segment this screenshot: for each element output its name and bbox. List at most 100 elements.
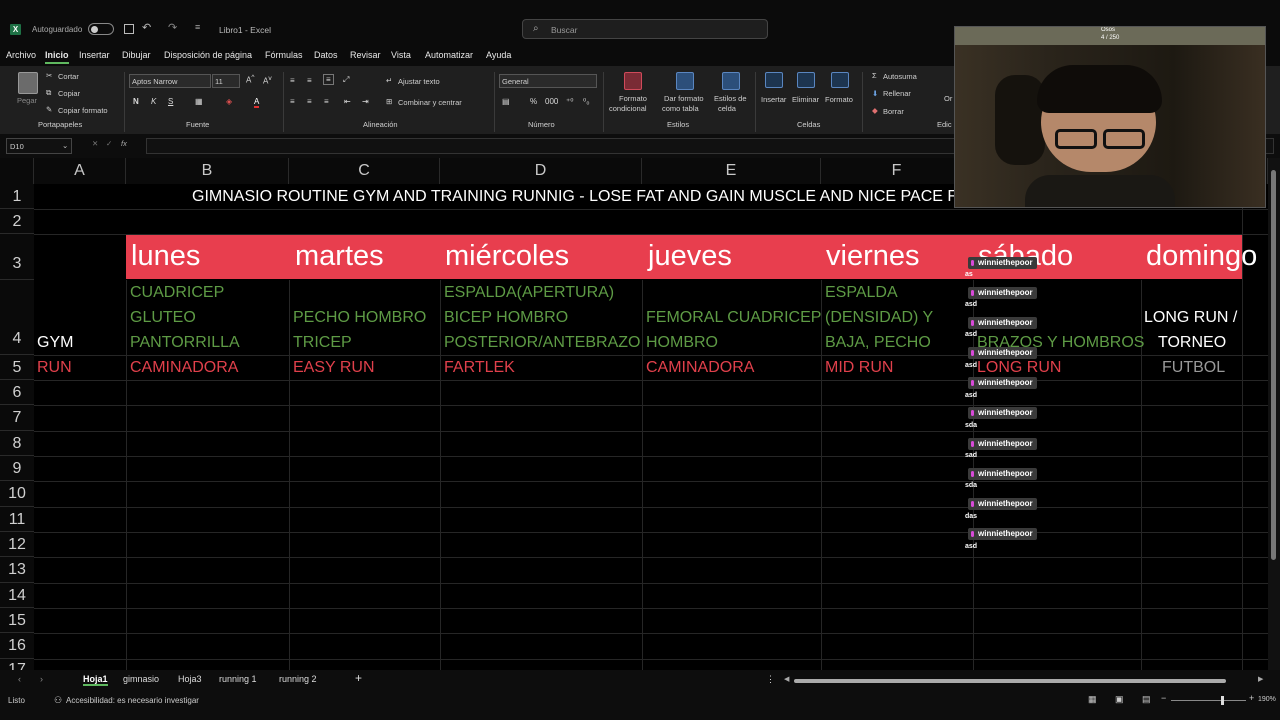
autosum-button[interactable]: Autosuma [883,72,917,81]
gym-lunes-line-1[interactable]: CUADRICEP [130,284,224,302]
run-miercoles-cell[interactable]: FARTLEK [444,359,515,377]
menu-inicio[interactable]: Inicio [45,50,69,64]
customize-qat-icon[interactable]: ≡ [195,22,200,32]
percent-icon[interactable]: % [530,97,537,106]
enter-formula-icon[interactable]: ✓ [106,139,112,148]
page-break-icon[interactable]: ▤ [1142,694,1151,705]
search-box[interactable]: ⌕ Buscar [522,19,768,39]
select-all-corner[interactable] [0,158,34,184]
scroll-left-icon[interactable]: ◀ [784,675,789,683]
gym-viernes-line-1[interactable]: ESPALDA [825,284,898,302]
undo-icon[interactable]: ↶ [142,21,151,34]
cell-styles-label-2[interactable]: celda [718,104,736,113]
gym-domingo-line-2[interactable]: TORNEO [1158,334,1226,352]
zoom-slider-thumb[interactable] [1221,696,1224,705]
increase-indent-icon[interactable]: ⇥ [362,97,369,106]
vertical-scrollbar[interactable] [1268,158,1280,670]
column-header-b[interactable]: B [126,158,289,184]
currency-icon[interactable]: ▤ [502,97,510,106]
column-header-a[interactable]: A [34,158,126,184]
align-top-icon[interactable]: ≡ [290,76,295,85]
scroll-right-icon[interactable]: ▶ [1258,675,1263,683]
column-header-d[interactable]: D [440,158,642,184]
decrease-indent-icon[interactable]: ⇤ [344,97,351,106]
tab-running-2[interactable]: running 2 [279,674,317,684]
merge-center-button[interactable]: Combinar y centrar [398,98,462,107]
cell-styles-label-1[interactable]: Estilos de [714,94,747,103]
zoom-slider[interactable] [1171,696,1246,705]
zoom-in-icon[interactable]: + [1249,693,1254,703]
font-color-icon[interactable]: A [254,97,260,108]
tab-hoja1[interactable]: Hoja1 [83,674,108,686]
normal-view-icon[interactable]: ▦ [1088,694,1097,705]
row-header-14[interactable]: 14 [0,583,34,608]
day-header-viernes[interactable]: viernes [826,240,920,273]
row-header-6[interactable]: 6 [0,380,34,405]
accessibility-status[interactable]: Accesibilidad: es necesario investigar [66,696,199,705]
row-header-9[interactable]: 9 [0,456,34,481]
format-table-label-2[interactable]: como tabla [662,104,699,113]
insert-cells-button[interactable]: Insertar [761,95,786,104]
align-left-icon[interactable]: ≡ [290,97,295,106]
menu-datos[interactable]: Datos [314,50,338,60]
horizontal-scrollbar[interactable]: ◀ ▶ [784,675,1268,685]
menu-ayuda[interactable]: Ayuda [486,50,511,60]
run-martes-cell[interactable]: EASY RUN [293,359,375,377]
italic-icon[interactable]: K [151,97,156,106]
save-icon[interactable] [124,24,134,34]
paste-button[interactable]: Pegar [17,96,37,105]
copy-icon[interactable]: ⧉ [46,88,51,98]
sort-filter-button[interactable]: Or [944,94,952,103]
gym-jueves-line-2[interactable]: HOMBRO [646,334,718,352]
clear-icon[interactable]: ◆ [872,106,878,115]
insert-cells-icon[interactable] [765,72,783,88]
cut-icon[interactable]: ✂ [46,71,52,80]
sheet-title-cell[interactable]: GIMNASIO ROUTINE GYM AND TRAINING RUNNIG… [192,188,981,206]
day-header-domingo[interactable]: domingo [1146,240,1257,273]
font-name-select[interactable]: Aptos Narrow [129,74,211,88]
delete-cells-button[interactable]: Eliminar [792,95,819,104]
gym-miercoles-line-2[interactable]: BICEP HOMBRO [444,309,568,327]
increase-font-icon[interactable]: A^ [246,74,254,85]
format-table-label-1[interactable]: Dar formato [664,94,704,103]
clear-button[interactable]: Borrar [883,107,904,116]
row-header-2[interactable]: 2 [0,209,34,234]
gym-domingo-line-3[interactable]: FUTBOL [1162,359,1225,377]
gym-jueves-line-1[interactable]: FEMORAL CUADRICEP [646,309,821,327]
font-size-select[interactable]: 11 [212,74,240,88]
merge-center-icon[interactable]: ⊞ [386,97,392,106]
zoom-out-icon[interactable]: − [1161,693,1166,703]
borders-icon[interactable]: ▦ [195,97,203,106]
format-cells-button[interactable]: Formato [825,95,853,104]
row-header-15[interactable]: 15 [0,608,34,633]
accessibility-icon[interactable]: ⚇ [54,695,62,706]
menu-disposicion[interactable]: Disposición de página [164,50,252,60]
gym-miercoles-line-1[interactable]: ESPALDA(APERTURA) [444,284,614,302]
row-header-4[interactable]: 4 [0,280,34,355]
align-bottom-icon[interactable]: ≡ [323,74,334,85]
menu-vista[interactable]: Vista [391,50,411,60]
orientation-icon[interactable]: ⤢ [343,75,349,85]
more-options-icon[interactable]: ⋮ [766,674,775,685]
gym-martes-line-2[interactable]: TRICEP [293,334,352,352]
copy-button[interactable]: Copiar [58,89,80,98]
spreadsheet-grid[interactable]: A B C D E F 1 2 3 4 5 6 7 8 9 10 11 12 1… [0,158,1268,670]
menu-archivo[interactable]: Archivo [6,50,36,60]
row-header-17[interactable]: 17 [0,659,34,670]
format-painter-icon[interactable]: ✎ [46,105,52,114]
run-viernes-cell[interactable]: MID RUN [825,359,893,377]
name-box[interactable]: D10 ⌄ [6,138,72,154]
run-lunes-cell[interactable]: CAMINADORA [130,359,238,377]
column-header-c[interactable]: C [289,158,440,184]
day-header-miercoles[interactable]: miércoles [445,240,569,273]
next-sheet-icon[interactable]: › [40,674,43,684]
wrap-text-button[interactable]: Ajustar texto [398,77,440,86]
format-painter-button[interactable]: Copiar formato [58,106,108,115]
row-header-12[interactable]: 12 [0,532,34,557]
autosum-icon[interactable]: Σ [872,71,877,80]
decrease-decimal-icon[interactable]: ⁰₀ [583,97,590,106]
insert-function-icon[interactable]: fx [121,139,127,148]
gym-viernes-line-2[interactable]: (DENSIDAD) Y [825,309,933,327]
gym-miercoles-line-3[interactable]: POSTERIOR/ANTEBRAZO [444,334,640,352]
gym-label-cell[interactable]: GYM [37,334,73,352]
